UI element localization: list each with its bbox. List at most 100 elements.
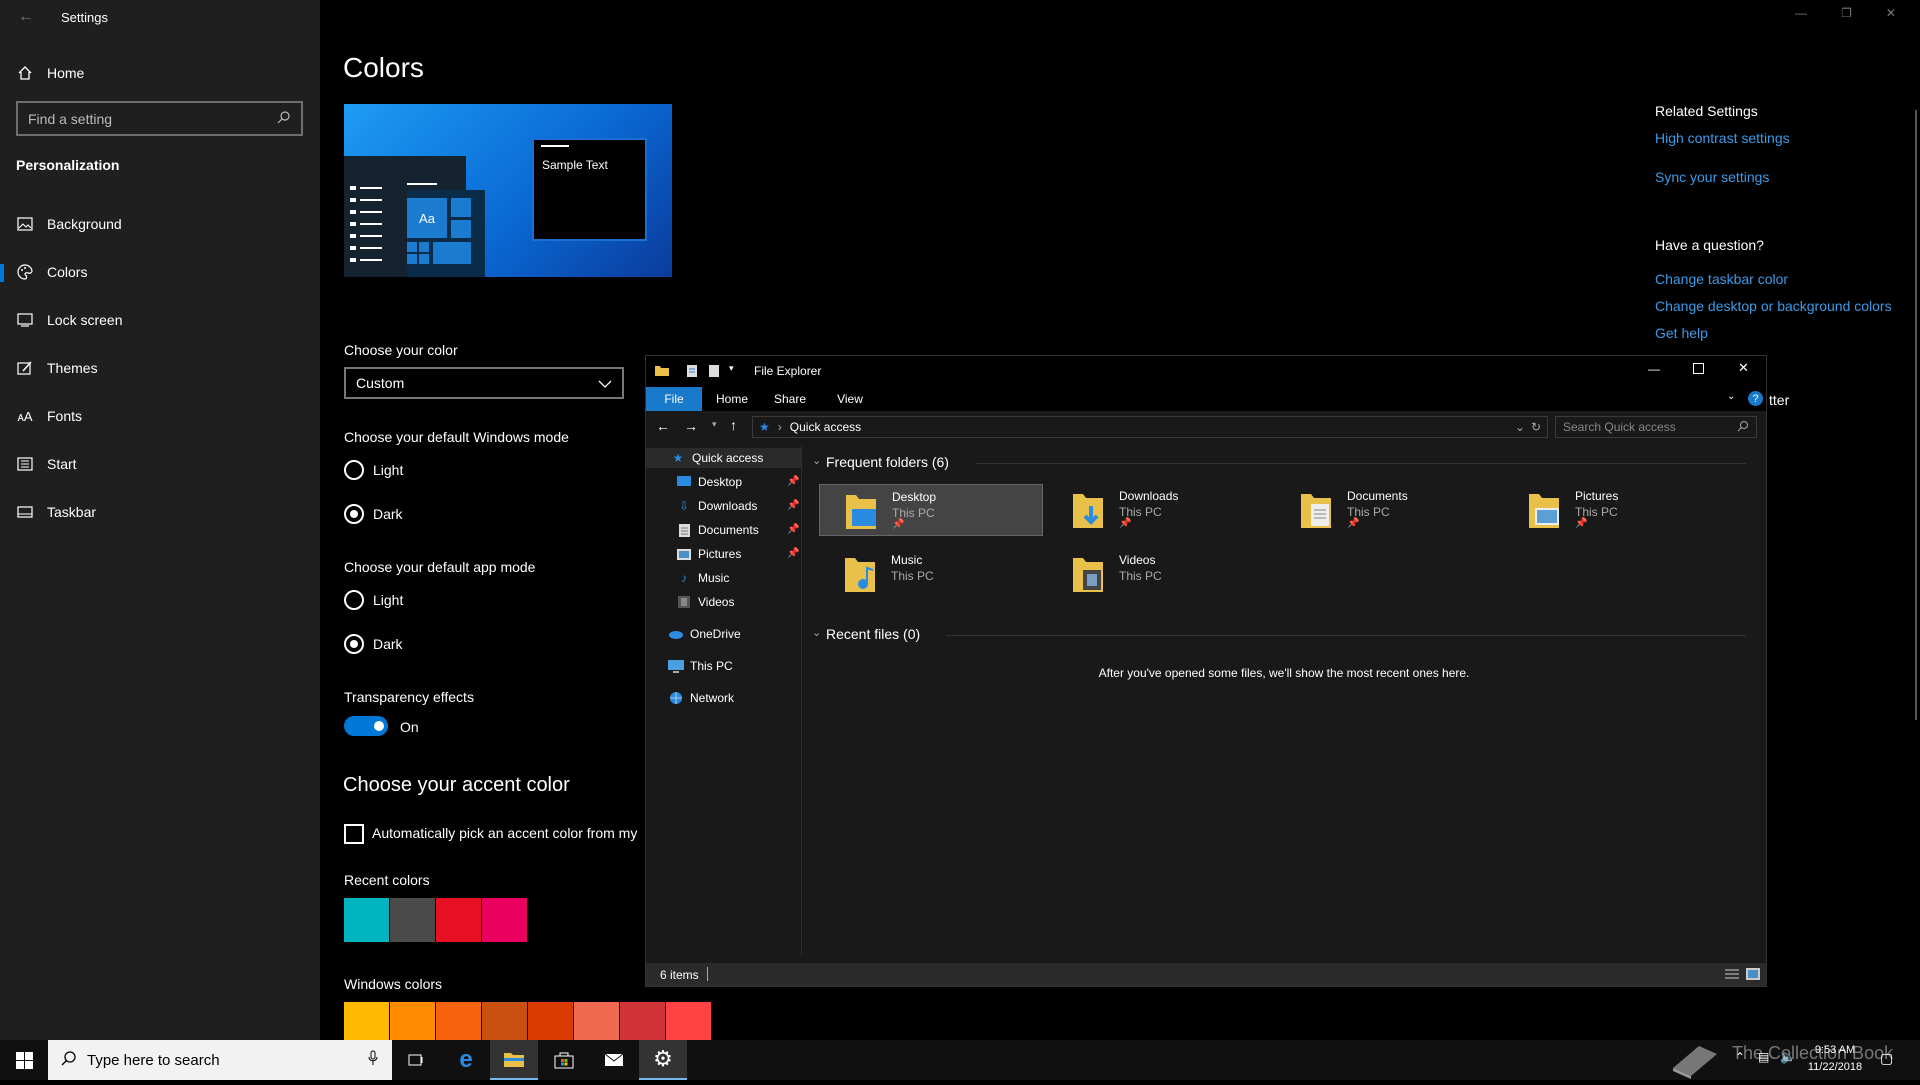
folder-videos[interactable]: Videos This PC bbox=[1047, 548, 1271, 600]
volume-icon[interactable]: 🔈 bbox=[1780, 1049, 1796, 1065]
mail-button[interactable] bbox=[590, 1040, 638, 1080]
transparency-toggle[interactable] bbox=[344, 716, 388, 736]
choose-color-dropdown[interactable]: Custom bbox=[344, 367, 624, 399]
task-view-button[interactable] bbox=[392, 1040, 440, 1080]
address-text: Quick access bbox=[789, 420, 862, 434]
high-contrast-link[interactable]: High contrast settings bbox=[1655, 130, 1790, 146]
scrollbar[interactable] bbox=[1915, 110, 1917, 720]
folder-downloads[interactable]: Downloads This PC 📌 bbox=[1047, 484, 1271, 536]
change-desktop-colors-link[interactable]: Change desktop or background colors bbox=[1655, 298, 1892, 314]
search-icon[interactable] bbox=[277, 110, 291, 127]
tab-view[interactable]: View bbox=[822, 387, 878, 411]
nav-this-pc[interactable]: This PC bbox=[668, 656, 733, 676]
auto-accent-checkbox[interactable] bbox=[344, 824, 364, 844]
start-menu-icon bbox=[16, 457, 34, 471]
microphone-icon[interactable] bbox=[368, 1050, 378, 1070]
nav-colors[interactable]: Colors bbox=[0, 252, 320, 292]
recent-collapse-icon[interactable]: ⌄ bbox=[812, 626, 821, 639]
back-arrow-icon[interactable]: ← bbox=[18, 8, 34, 26]
windows-mode-dark-radio[interactable] bbox=[344, 504, 364, 524]
recent-colors-label: Recent colors bbox=[344, 872, 430, 888]
nav-background[interactable]: Background bbox=[0, 204, 320, 244]
divider bbox=[946, 635, 1746, 636]
nav-videos[interactable]: Videos bbox=[676, 592, 734, 612]
picture-icon bbox=[16, 217, 34, 231]
minimize-icon[interactable]: — bbox=[1795, 6, 1807, 26]
recent-locations-icon[interactable]: ▾ bbox=[712, 419, 717, 430]
color-preview: Aa Sample Text bbox=[344, 104, 672, 277]
large-icons-view-icon[interactable] bbox=[1746, 968, 1760, 983]
folder-name: Downloads bbox=[1119, 489, 1179, 503]
music-folder-icon bbox=[845, 558, 875, 592]
tab-file[interactable]: File bbox=[646, 387, 702, 411]
properties-icon[interactable] bbox=[686, 364, 698, 383]
color-swatch[interactable] bbox=[344, 898, 389, 942]
nav-quick-access[interactable]: ★ Quick access bbox=[646, 448, 801, 468]
folder-music[interactable]: Music This PC bbox=[819, 548, 1043, 600]
new-folder-icon[interactable] bbox=[708, 364, 720, 383]
nav-onedrive[interactable]: OneDrive bbox=[668, 624, 741, 644]
show-hidden-icons-icon[interactable]: ⌃ bbox=[1735, 1050, 1745, 1064]
nav-themes[interactable]: Themes bbox=[0, 348, 320, 388]
back-icon[interactable]: ← bbox=[656, 418, 670, 434]
file-explorer-button[interactable] bbox=[490, 1040, 538, 1080]
up-icon[interactable]: ↑ bbox=[730, 417, 737, 433]
frequent-collapse-icon[interactable]: ⌄ bbox=[812, 454, 821, 467]
nav-pictures[interactable]: Pictures bbox=[676, 544, 741, 564]
nav-downloads[interactable]: ⇩ Downloads bbox=[676, 496, 757, 516]
explorer-close-icon[interactable]: ✕ bbox=[1738, 360, 1749, 376]
explorer-maximize-icon[interactable] bbox=[1693, 361, 1704, 379]
folder-documents[interactable]: Documents This PC 📌 bbox=[1275, 484, 1499, 536]
explorer-ribbon-tabs: File Home Share View ⌄ ? bbox=[646, 387, 1766, 411]
clock[interactable]: 9:53 AM 11/22/2018 bbox=[1805, 1042, 1865, 1076]
nav-lock-screen[interactable]: Lock screen bbox=[0, 300, 320, 340]
app-mode-dark-label: Dark bbox=[373, 636, 403, 652]
address-bar[interactable]: ★ › Quick access ⌄ ↻ bbox=[752, 416, 1548, 438]
nav-fonts[interactable]: ᴀA Fonts bbox=[0, 396, 320, 436]
nav-desktop[interactable]: Desktop bbox=[676, 472, 742, 492]
get-help-link[interactable]: Get help bbox=[1655, 325, 1708, 341]
settings-button[interactable]: ⚙ bbox=[639, 1040, 687, 1080]
color-swatch[interactable] bbox=[436, 898, 481, 942]
change-taskbar-color-link[interactable]: Change taskbar color bbox=[1655, 271, 1788, 287]
explorer-minimize-icon[interactable]: — bbox=[1648, 362, 1660, 376]
taskbar-search-placeholder: Type here to search bbox=[87, 1051, 220, 1069]
taskbar-search-input[interactable]: Type here to search bbox=[48, 1040, 392, 1080]
nav-music[interactable]: ♪ Music bbox=[676, 568, 729, 588]
store-button[interactable] bbox=[540, 1040, 588, 1080]
restore-icon[interactable]: ❐ bbox=[1841, 6, 1852, 26]
color-swatch[interactable] bbox=[482, 898, 527, 942]
chevron-down-icon bbox=[598, 375, 612, 391]
folder-desktop[interactable]: Desktop This PC 📌 bbox=[819, 484, 1043, 536]
details-view-icon[interactable] bbox=[1725, 968, 1739, 983]
address-dropdown-icon[interactable]: ⌄ bbox=[1515, 420, 1525, 434]
app-mode-light-radio[interactable] bbox=[344, 590, 364, 610]
tab-home[interactable]: Home bbox=[704, 387, 760, 411]
help-icon[interactable]: ? bbox=[1748, 391, 1763, 406]
refresh-icon[interactable]: ↻ bbox=[1531, 420, 1541, 434]
start-button[interactable] bbox=[0, 1040, 48, 1080]
nav-documents[interactable]: Documents bbox=[676, 520, 759, 540]
nav-taskbar[interactable]: Taskbar bbox=[0, 492, 320, 532]
nav-home[interactable]: Home bbox=[0, 53, 320, 93]
close-icon[interactable]: ✕ bbox=[1886, 6, 1896, 26]
related-settings-heading: Related Settings bbox=[1655, 103, 1758, 119]
nav-network[interactable]: Network bbox=[668, 688, 734, 708]
forward-icon[interactable]: → bbox=[684, 418, 698, 434]
action-center-icon[interactable]: ▢ bbox=[1880, 1050, 1893, 1067]
windows-mode-light-radio[interactable] bbox=[344, 460, 364, 480]
folder-pictures[interactable]: Pictures This PC 📌 bbox=[1503, 484, 1727, 536]
explorer-search-input[interactable]: Search Quick access bbox=[1555, 416, 1757, 438]
edge-button[interactable]: e bbox=[442, 1040, 490, 1080]
nav-start[interactable]: Start bbox=[0, 444, 320, 484]
color-swatch[interactable] bbox=[390, 898, 435, 942]
quick-toolbar-dropdown-icon[interactable]: ▾ bbox=[729, 363, 734, 374]
network-tray-icon[interactable]: ▤ bbox=[1758, 1050, 1769, 1064]
find-setting-input[interactable]: Find a setting bbox=[16, 101, 303, 136]
app-mode-dark-radio[interactable] bbox=[344, 634, 364, 654]
tab-share[interactable]: Share bbox=[762, 387, 818, 411]
sync-settings-link[interactable]: Sync your settings bbox=[1655, 169, 1769, 185]
folder-name: Pictures bbox=[1575, 489, 1619, 503]
ribbon-expand-icon[interactable]: ⌄ bbox=[1727, 391, 1735, 402]
question-heading: Have a question? bbox=[1655, 237, 1764, 253]
